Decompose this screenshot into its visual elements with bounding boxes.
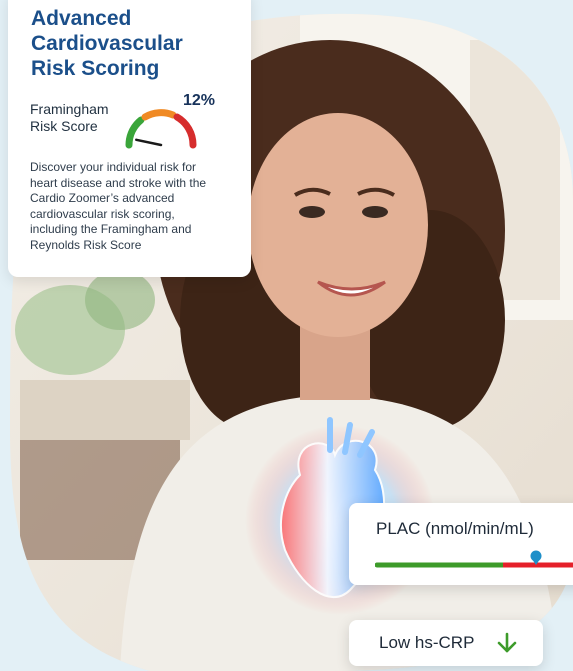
framingham-label-line: Risk Score xyxy=(30,118,98,134)
hs-crp-label: Low hs-CRP xyxy=(379,633,475,652)
plac-range-bar xyxy=(375,550,573,568)
plac-card: PLAC (nmol/min/mL) xyxy=(349,503,573,585)
description-line: Cardio Zoomer’s advanced xyxy=(30,191,175,205)
framingham-label-line: Framingham xyxy=(30,101,109,117)
description-line: Reynolds Risk Score xyxy=(30,237,142,252)
card-title-line: Risk Scoring xyxy=(31,57,160,80)
card-title-line: Cardiovascular xyxy=(31,32,183,55)
gauge-percentage: 12% xyxy=(183,92,216,109)
card-description: Discover your individual risk for heart … xyxy=(30,160,235,253)
gauge-arc-orange xyxy=(141,109,177,121)
gauge-arc-red xyxy=(173,113,197,149)
hs-crp-card: Low hs-CRP xyxy=(349,620,543,666)
gauge-needle xyxy=(135,138,163,147)
arrow-down-icon xyxy=(497,632,517,653)
plac-title: PLAC (nmol/min/mL) xyxy=(376,519,534,538)
description-line: including the Framingham and xyxy=(30,222,192,236)
card-title: Advanced Cardiovascular Risk Scoring xyxy=(31,6,231,81)
description-line: cardiovascular risk scoring, xyxy=(30,206,175,221)
description-line: heart disease and stroke with the xyxy=(30,175,207,190)
card-title-line: Advanced xyxy=(31,7,132,30)
framingham-label: Framingham Risk Score xyxy=(30,101,130,135)
risk-gauge xyxy=(125,109,197,149)
description-line: Discover your individual risk for xyxy=(30,160,197,174)
